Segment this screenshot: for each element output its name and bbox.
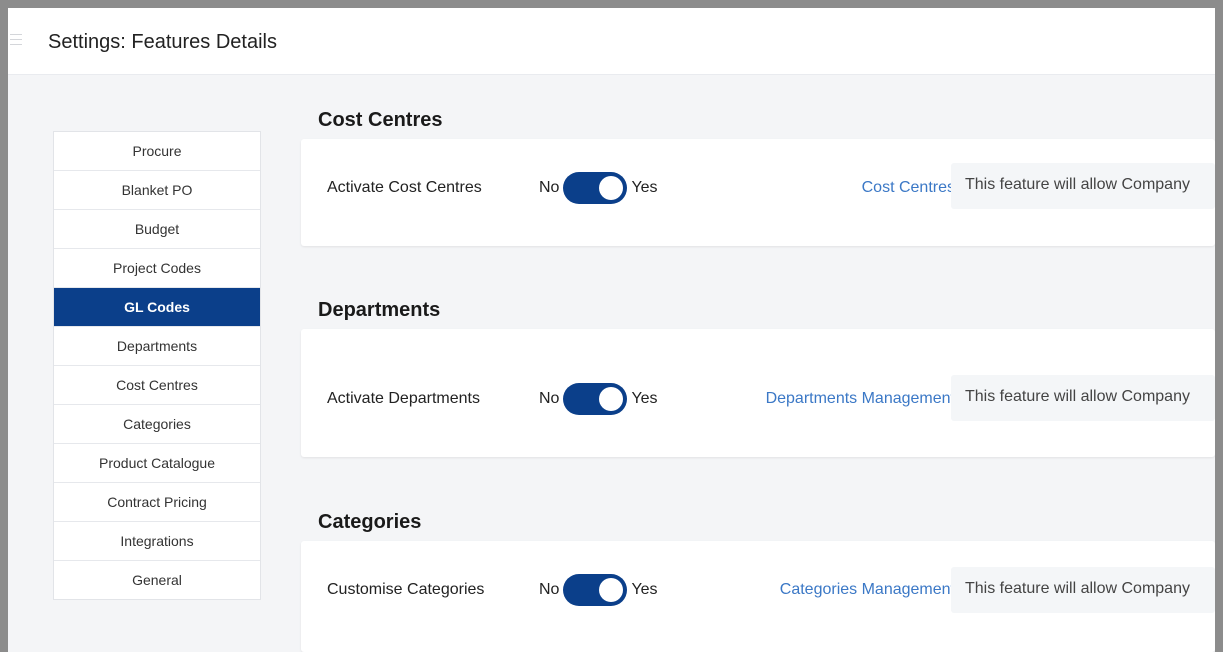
toggle-yes-label: Yes [631,390,658,407]
cost-centres-description: This feature will allow Company [965,176,1190,193]
toggle-no-label: No [539,581,560,598]
sidebar-item-blanket-po[interactable]: Blanket PO [54,171,260,210]
sidebar-item-integrations[interactable]: Integrations [54,522,260,561]
categories-toggle[interactable] [563,574,628,606]
toggle-knob [599,578,624,602]
categories-card: Customise Categories No Yes Categories M… [301,541,1215,652]
section-title-departments: Departments [318,299,441,321]
toggle-yes-label: Yes [631,179,658,196]
page-title: Settings: Features Details [48,31,277,53]
toggle-yes-label: Yes [631,581,658,598]
cost-centres-card: Activate Cost Centres No Yes Cost Centre… [301,139,1215,246]
departments-card: Activate Departments No Yes Departments … [301,329,1215,457]
hamburger-menu-icon[interactable] [10,34,22,46]
sidebar-item-categories[interactable]: Categories [54,405,260,444]
departments-toggle[interactable] [563,383,628,415]
cost-centres-link[interactable]: Cost Centres [862,179,955,197]
categories-description: This feature will allow Company [965,580,1190,597]
sidebar-item-budget[interactable]: Budget [54,210,260,249]
categories-management-link[interactable]: Categories Management [780,581,955,599]
sidebar-item-procure[interactable]: Procure [54,132,260,171]
cost-centres-description-box: This feature will allow Company [951,163,1215,209]
cost-centres-toggle-group: No Yes [539,172,658,204]
departments-description-box: This feature will allow Company [951,375,1215,421]
cost-centres-toggle[interactable] [563,172,628,204]
toggle-no-label: No [539,179,560,196]
toggle-knob [599,387,624,411]
sidebar-item-cost-centres[interactable]: Cost Centres [54,366,260,405]
activate-cost-centres-label: Activate Cost Centres [327,179,482,196]
sidebar-item-gl-codes[interactable]: GL Codes [54,288,260,327]
departments-toggle-group: No Yes [539,383,658,415]
sidebar-item-departments[interactable]: Departments [54,327,260,366]
sidebar-item-contract-pricing[interactable]: Contract Pricing [54,483,260,522]
section-title-categories: Categories [318,511,422,533]
section-title-cost-centres: Cost Centres [318,109,443,131]
activate-departments-label: Activate Departments [327,390,480,407]
sidebar-item-product-catalogue[interactable]: Product Catalogue [54,444,260,483]
categories-description-box: This feature will allow Company [951,567,1215,613]
app-window: Settings: Features Details Procure Blank… [0,0,1223,652]
departments-management-link[interactable]: Departments Management [766,390,955,408]
toggle-no-label: No [539,390,560,407]
sidebar-item-project-codes[interactable]: Project Codes [54,249,260,288]
features-sidebar: Procure Blanket PO Budget Project Codes … [53,131,261,600]
toggle-knob [599,176,624,200]
top-bar: Settings: Features Details [8,8,1215,75]
customise-categories-label: Customise Categories [327,581,485,598]
sidebar-item-general[interactable]: General [54,561,260,599]
categories-toggle-group: No Yes [539,574,658,606]
departments-description: This feature will allow Company [965,388,1190,405]
